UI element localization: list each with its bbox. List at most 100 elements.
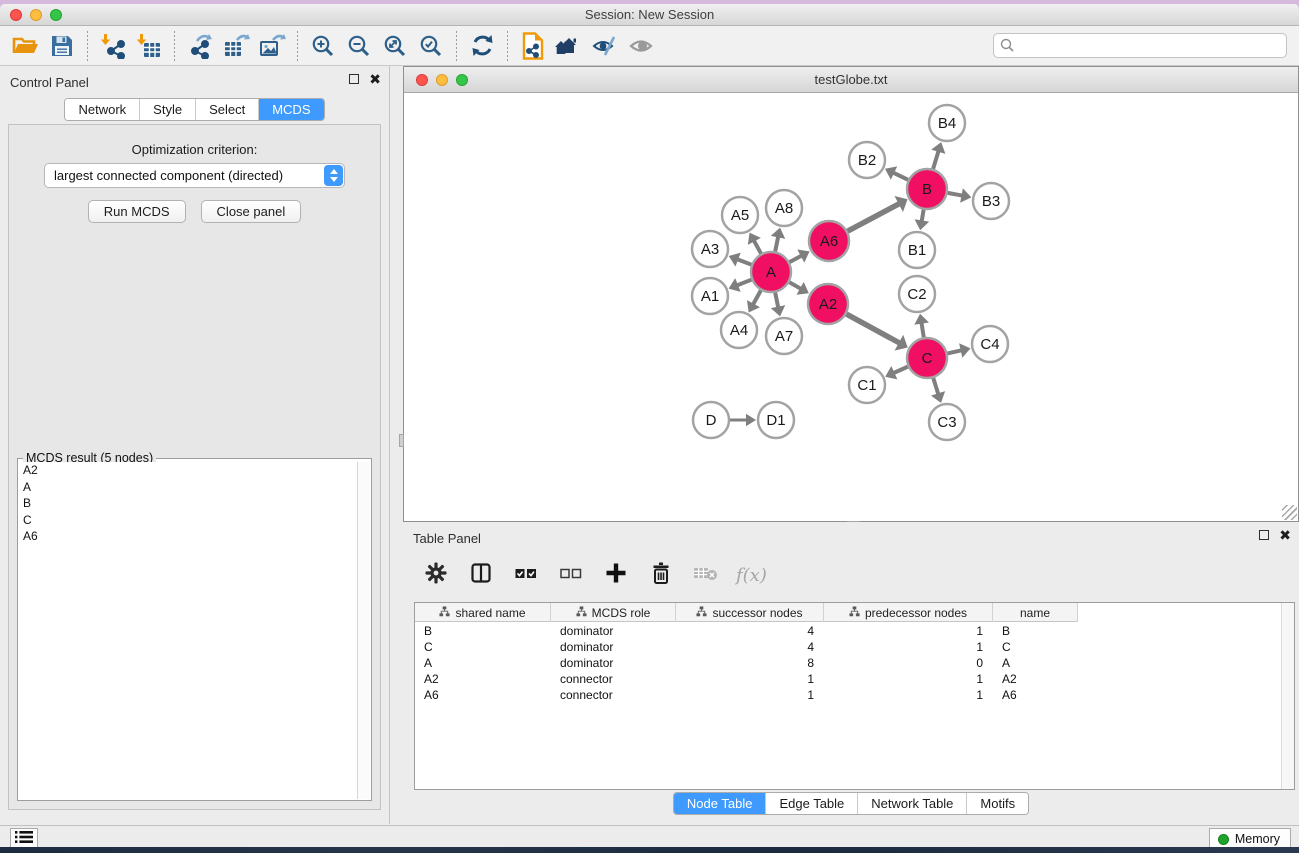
graph-edge-A-A4[interactable]	[753, 290, 761, 305]
float-panel-icon[interactable]	[349, 74, 359, 84]
tab-style[interactable]: Style	[139, 99, 195, 120]
table-scrollbar[interactable]	[1281, 603, 1294, 789]
list-item[interactable]: A2	[19, 462, 356, 479]
cell-predecessor-nodes[interactable]: 1	[824, 688, 993, 702]
save-session-button[interactable]	[44, 30, 80, 62]
open-session-button[interactable]	[8, 30, 44, 62]
list-item[interactable]: B	[19, 495, 356, 512]
network-from-file-button[interactable]	[515, 30, 551, 62]
cell-successor-nodes[interactable]: 1	[676, 688, 824, 702]
table-row[interactable]: A dominator 8 0 A	[415, 655, 1281, 671]
cell-shared-name[interactable]: B	[415, 624, 551, 638]
vertical-scroll-indicator[interactable]	[399, 434, 404, 447]
zoom-fit-button[interactable]	[377, 30, 413, 62]
graph-edge-C-C2[interactable]	[921, 322, 923, 338]
delete-column-button[interactable]	[646, 560, 676, 590]
graph-node-A3[interactable]: A3	[692, 231, 728, 267]
close-panel-icon[interactable]: ✖	[369, 74, 381, 84]
graph-node-B[interactable]: B	[907, 169, 947, 209]
select-all-columns-button[interactable]	[511, 560, 541, 590]
graph-node-A8[interactable]: A8	[766, 190, 802, 226]
graph-edge-A-A3[interactable]	[736, 259, 751, 265]
zoom-in-button[interactable]	[305, 30, 341, 62]
graph-node-A2[interactable]: A2	[808, 284, 848, 324]
tab-node-table[interactable]: Node Table	[674, 793, 766, 814]
cell-name[interactable]: B	[993, 624, 1078, 638]
column-header-mcds-role[interactable]: MCDS role	[551, 603, 676, 622]
table-row[interactable]: A6 connector 1 1 A6	[415, 687, 1281, 703]
unselect-all-columns-button[interactable]	[556, 560, 586, 590]
cell-predecessor-nodes[interactable]: 1	[824, 672, 993, 686]
list-item[interactable]: A	[19, 479, 356, 496]
cell-shared-name[interactable]: A6	[415, 688, 551, 702]
graph-node-A6[interactable]: A6	[809, 221, 849, 261]
zoom-out-button[interactable]	[341, 30, 377, 62]
column-header-successor-nodes[interactable]: successor nodes	[676, 603, 824, 622]
tab-select[interactable]: Select	[195, 99, 258, 120]
cell-shared-name[interactable]: C	[415, 640, 551, 654]
tab-network-table[interactable]: Network Table	[857, 793, 966, 814]
tab-edge-table[interactable]: Edge Table	[765, 793, 857, 814]
graph-node-B3[interactable]: B3	[973, 183, 1009, 219]
column-header-predecessor-nodes[interactable]: predecessor nodes	[824, 603, 993, 622]
memory-button[interactable]: Memory	[1209, 828, 1291, 847]
optimization-criterion-dropdown[interactable]: largest connected component (directed)	[44, 163, 345, 188]
graph-node-A7[interactable]: A7	[766, 318, 802, 354]
cell-mcds-role[interactable]: dominator	[551, 640, 676, 654]
graph-edge-A6-B[interactable]	[848, 203, 901, 231]
run-mcds-button[interactable]: Run MCDS	[88, 200, 186, 223]
zoom-selected-button[interactable]	[413, 30, 449, 62]
tab-network[interactable]: Network	[65, 99, 139, 120]
refresh-button[interactable]	[464, 30, 500, 62]
graph-edge-A-A7[interactable]	[775, 293, 778, 309]
graph-edge-A-A2[interactable]	[789, 282, 802, 289]
cell-mcds-role[interactable]: connector	[551, 688, 676, 702]
list-item[interactable]: C	[19, 512, 356, 529]
graph-node-C4[interactable]: C4	[972, 326, 1008, 362]
graph-edge-C-C3[interactable]	[933, 378, 938, 395]
task-history-button[interactable]	[10, 828, 38, 847]
table-row[interactable]: A2 connector 1 1 A2	[415, 671, 1281, 687]
column-header-name[interactable]: name	[993, 603, 1078, 622]
graph-node-A4[interactable]: A4	[721, 312, 757, 348]
graph-edge-A2-C[interactable]	[846, 314, 900, 344]
network-canvas[interactable]: B4B2BB3A5A8A6A3B1AA1C2A2A4A7CC4C1C3DD1	[404, 93, 1298, 521]
graph-edge-C-C4[interactable]	[947, 350, 962, 353]
tab-mcds[interactable]: MCDS	[258, 99, 323, 120]
cell-mcds-role[interactable]: dominator	[551, 624, 676, 638]
home-button[interactable]	[551, 30, 587, 62]
cell-mcds-role[interactable]: dominator	[551, 656, 676, 670]
cell-name[interactable]: A2	[993, 672, 1078, 686]
graph-node-A[interactable]: A	[751, 252, 791, 292]
list-item[interactable]: A6	[19, 528, 356, 545]
export-image-button[interactable]	[254, 30, 290, 62]
float-table-panel-icon[interactable]	[1259, 530, 1269, 540]
cell-successor-nodes[interactable]: 8	[676, 656, 824, 670]
table-row[interactable]: C dominator 4 1 C	[415, 639, 1281, 655]
table-settings-button[interactable]	[421, 560, 451, 590]
cell-shared-name[interactable]: A2	[415, 672, 551, 686]
cell-successor-nodes[interactable]: 4	[676, 624, 824, 638]
graph-edge-A-A1[interactable]	[736, 280, 751, 286]
show-graphics-details-button[interactable]	[587, 30, 623, 62]
export-table-button[interactable]	[218, 30, 254, 62]
result-scrollbar[interactable]	[357, 462, 370, 799]
birds-eye-view-button[interactable]	[623, 30, 659, 62]
graph-node-D[interactable]: D	[693, 402, 729, 438]
graph-node-D1[interactable]: D1	[758, 402, 794, 438]
graph-node-C[interactable]: C	[907, 338, 947, 378]
cell-predecessor-nodes[interactable]: 1	[824, 640, 993, 654]
import-table-button[interactable]	[131, 30, 167, 62]
tab-motifs[interactable]: Motifs	[966, 793, 1028, 814]
export-network-button[interactable]	[182, 30, 218, 62]
cell-name[interactable]: C	[993, 640, 1078, 654]
column-header-shared-name[interactable]: shared name	[415, 603, 551, 622]
table-row[interactable]: B dominator 4 1 B	[415, 623, 1281, 639]
graph-edge-B-B2[interactable]	[892, 172, 908, 180]
create-column-button[interactable]	[601, 560, 631, 590]
graph-edge-A-A6[interactable]	[790, 255, 803, 262]
cell-name[interactable]: A	[993, 656, 1078, 670]
graph-node-B2[interactable]: B2	[849, 142, 885, 178]
cell-predecessor-nodes[interactable]: 0	[824, 656, 993, 670]
graph-node-A5[interactable]: A5	[722, 197, 758, 233]
